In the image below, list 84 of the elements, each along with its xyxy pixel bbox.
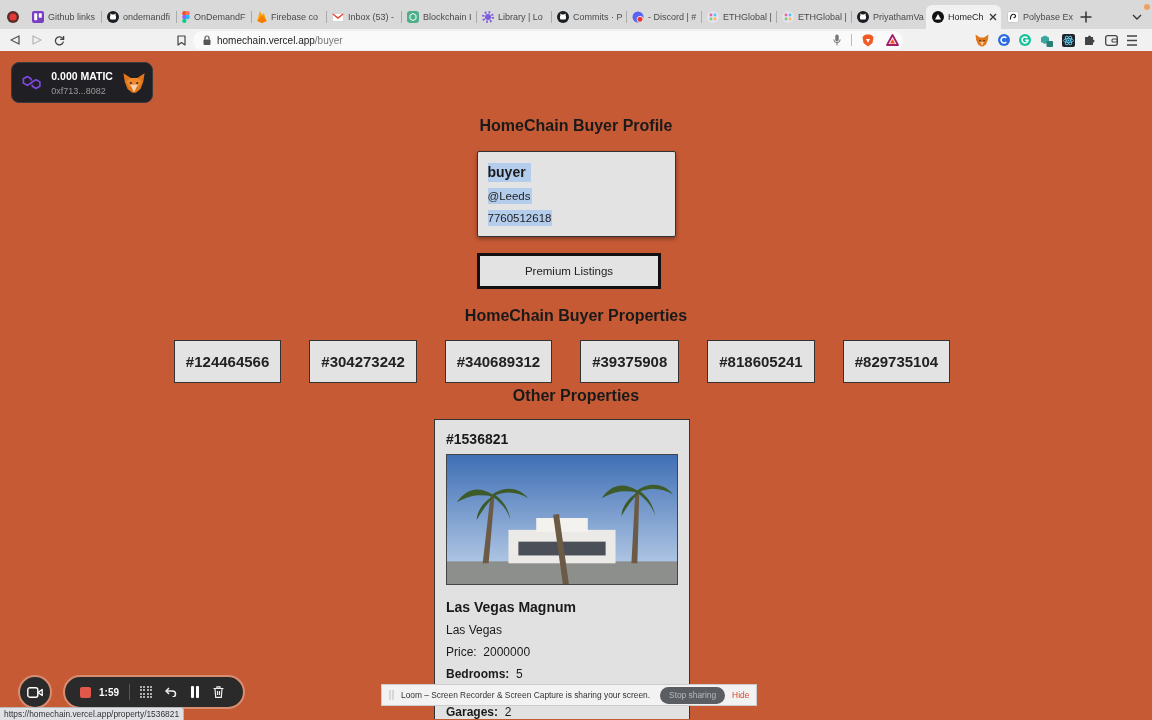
reload-icon bbox=[53, 34, 65, 46]
browser-tab[interactable]: - Discord | # bbox=[626, 5, 701, 29]
timer-text: 1:59 bbox=[99, 686, 119, 698]
flame-icon bbox=[257, 11, 267, 23]
microphone-icon[interactable] bbox=[833, 34, 841, 46]
triangle-icon[interactable] bbox=[886, 34, 899, 46]
plus-icon[interactable] bbox=[1080, 11, 1092, 23]
back-icon bbox=[10, 35, 20, 45]
property-id: #1536821 bbox=[446, 431, 510, 447]
pause-icon[interactable] bbox=[190, 686, 200, 698]
dots-circle-icon bbox=[782, 11, 794, 23]
dots-circle-icon bbox=[707, 11, 719, 23]
circle-logo-icon[interactable] bbox=[998, 34, 1010, 46]
menu-icon[interactable] bbox=[1127, 34, 1137, 46]
record-icon bbox=[7, 11, 19, 23]
buyer-name: buyer bbox=[487, 163, 531, 182]
property-name: Las Vegas Magnum bbox=[446, 599, 577, 615]
shield-icon[interactable] bbox=[862, 33, 874, 47]
undo-icon[interactable] bbox=[165, 687, 177, 697]
cat-head-icon bbox=[857, 11, 869, 23]
puzzle-icon[interactable] bbox=[1084, 34, 1096, 46]
swirl-icon bbox=[1007, 11, 1019, 23]
stop-sharing-button[interactable]: Stop sharing bbox=[660, 686, 726, 704]
cat-head-icon bbox=[107, 11, 119, 23]
address-field[interactable]: homechain.vercel.app/buyer bbox=[193, 30, 903, 50]
property-detail: Price: 2000000 bbox=[446, 645, 532, 659]
property-id-tile[interactable]: #39375908 bbox=[580, 340, 680, 383]
fox-icon bbox=[122, 71, 145, 94]
property-id-tile[interactable]: #124464566 bbox=[173, 340, 282, 383]
property-id-tile[interactable]: #818605241 bbox=[707, 340, 815, 383]
section-heading: HomeChain Buyer Properties bbox=[464, 306, 688, 326]
property-id-tile[interactable]: #829735104 bbox=[842, 340, 951, 383]
cat-head-icon bbox=[557, 11, 569, 23]
lock-icon bbox=[203, 35, 211, 45]
gear-icon bbox=[482, 11, 494, 23]
envelope-icon bbox=[332, 12, 344, 22]
triangle-logo-icon bbox=[932, 11, 944, 23]
hide-link[interactable]: Hide bbox=[732, 690, 750, 700]
wallet-icon[interactable] bbox=[1105, 34, 1118, 46]
notification-dot-icon bbox=[1144, 4, 1150, 10]
hexagon-icon bbox=[407, 11, 419, 23]
balance-text: 0.000 MATIC bbox=[51, 69, 113, 82]
browser-tab[interactable]: Polybase Ex bbox=[1001, 5, 1076, 29]
dots-grid-icon[interactable] bbox=[140, 686, 152, 698]
browser-tab[interactable]: PriyathamVa bbox=[851, 5, 926, 29]
property-city: Las Vegas bbox=[446, 623, 504, 637]
property-id-tile[interactable]: #340689312 bbox=[444, 340, 553, 383]
browser-tab[interactable]: HomeCh bbox=[926, 5, 1001, 29]
browser-tab[interactable]: ondemandfi bbox=[101, 5, 176, 29]
drag-handle-icon[interactable] bbox=[389, 690, 394, 700]
camera-toggle-button[interactable] bbox=[18, 675, 52, 709]
profile-detail: 7760512618 bbox=[487, 210, 553, 226]
wallet-address-text: 0xf713...8082 bbox=[51, 85, 107, 96]
property-id-tile[interactable]: #304273242 bbox=[309, 340, 417, 383]
color-dots-icon bbox=[182, 11, 190, 23]
browser-tab[interactable]: ETHGlobal | bbox=[701, 5, 776, 29]
video-camera-icon bbox=[27, 686, 43, 698]
fox-icon[interactable] bbox=[975, 33, 989, 47]
chevron-down-icon[interactable] bbox=[1132, 14, 1142, 20]
browser-tab[interactable]: OnDemandF bbox=[176, 5, 251, 29]
browser-tab[interactable]: Blockchain I bbox=[401, 5, 476, 29]
stop-icon[interactable] bbox=[80, 686, 91, 698]
browser-tab[interactable]: ETHGlobal | bbox=[776, 5, 851, 29]
link-status-bar: https://homechain.vercel.app/property/1536821 bbox=[0, 707, 185, 720]
browser-tab[interactable]: Commits · P bbox=[551, 5, 626, 29]
browser-tab[interactable]: Inbox (53) - bbox=[326, 5, 401, 29]
premium-listings-button[interactable]: Premium Listings bbox=[477, 253, 661, 289]
browser-tab[interactable]: Library | Lo bbox=[476, 5, 551, 29]
property-detail: Bedrooms: 5 bbox=[446, 667, 524, 681]
dot-badge-icon bbox=[632, 11, 644, 23]
property-detail: Garages: 2 bbox=[446, 706, 513, 719]
linked-hexagons-icon bbox=[22, 75, 42, 90]
profile-detail: @Leeds bbox=[487, 188, 532, 204]
browser-tab[interactable]: Firebase co bbox=[251, 5, 326, 29]
browser-tab[interactable]: Github links bbox=[26, 5, 101, 29]
section-heading: Other Properties bbox=[512, 386, 640, 406]
section-heading: HomeChain Buyer Profile bbox=[479, 116, 673, 136]
wallet-widget[interactable]: 0.000 MATIC 0xf713...8082 bbox=[11, 62, 153, 103]
close-icon[interactable] bbox=[989, 13, 997, 21]
cube-icon[interactable] bbox=[1040, 33, 1053, 47]
bookmark-icon bbox=[176, 34, 186, 46]
board-icon bbox=[32, 11, 44, 23]
atom-icon[interactable] bbox=[1062, 33, 1075, 47]
trash-icon[interactable] bbox=[213, 686, 224, 698]
